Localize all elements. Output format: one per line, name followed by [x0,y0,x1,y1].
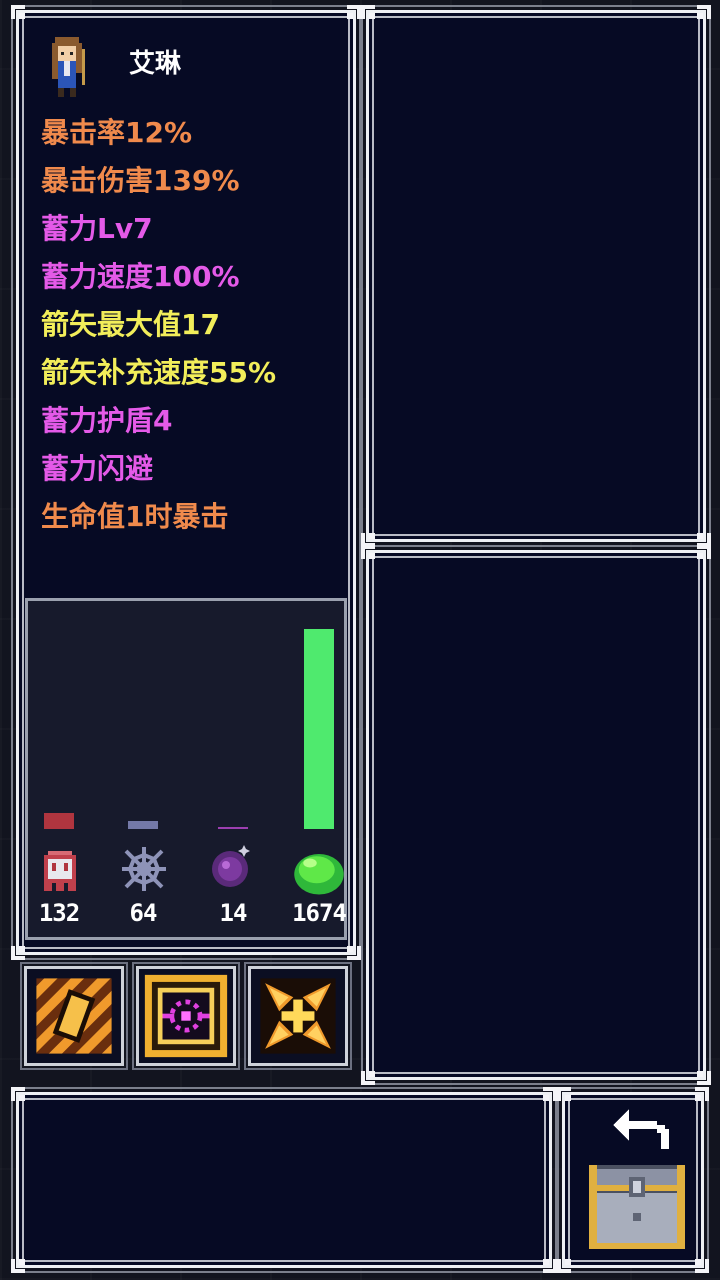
hero-name: 艾琳 [129,49,182,79]
stat-line: 生命值1时暴击 [41,500,229,533]
cobweb-icon[interactable] [120,845,168,893]
return-chest-button[interactable] [557,1087,709,1273]
purple-orb-icon[interactable] [208,841,256,889]
green-slime-icon[interactable] [292,845,346,899]
striped-scroll-skill-icon [36,978,112,1054]
cross-burst-skill-icon [260,978,336,1054]
stat-line: 蓄力护盾4 [41,404,173,437]
hero-header [43,29,91,105]
info-panel-middle [361,545,711,1085]
skill-slots [10,958,352,1074]
green-slime-count: 1674 [292,899,347,927]
skill-slot-2[interactable] [132,962,240,1070]
cobweb-count: 64 [129,899,158,927]
purple-orb-resource-bar [218,827,248,829]
resource-box: 132 64 14 1674 [25,598,347,940]
stat-line: 箭矢最大值17 [41,308,220,341]
magenta-target-skill-icon [144,974,228,1058]
green-slime-resource-bar [304,629,334,829]
purple-orb-count: 14 [219,899,248,927]
ghost-count: 132 [38,899,80,927]
info-panel-top [361,5,711,547]
skill-slot-1[interactable] [20,962,128,1070]
stat-line: 箭矢补充速度55% [41,356,277,389]
stat-list: 暴击率12% 暴击伤害139% 蓄力Lv7 蓄力速度100% 箭矢最大值17 箭… [41,113,276,545]
archer-girl-portrait-icon[interactable] [43,34,91,100]
description-panel [11,1087,557,1273]
skill-slot-3[interactable] [244,962,352,1070]
stat-line: 蓄力Lv7 [41,212,153,245]
treasure-chest-return-icon [589,1109,685,1249]
stat-line: 蓄力速度100% [41,260,240,293]
ghost-resource-bar [44,813,74,829]
cobweb-resource-bar [128,821,158,829]
ghost-icon[interactable] [36,847,84,895]
stat-line: 暴击伤害139% [41,164,240,197]
stat-line: 蓄力闪避 [41,452,154,485]
hero-stats-panel: 艾琳 暴击率12% 暴击伤害139% 蓄力Lv7 蓄力速度100% 箭矢最大值1… [11,5,361,960]
stat-line: 暴击率12% [41,116,193,149]
